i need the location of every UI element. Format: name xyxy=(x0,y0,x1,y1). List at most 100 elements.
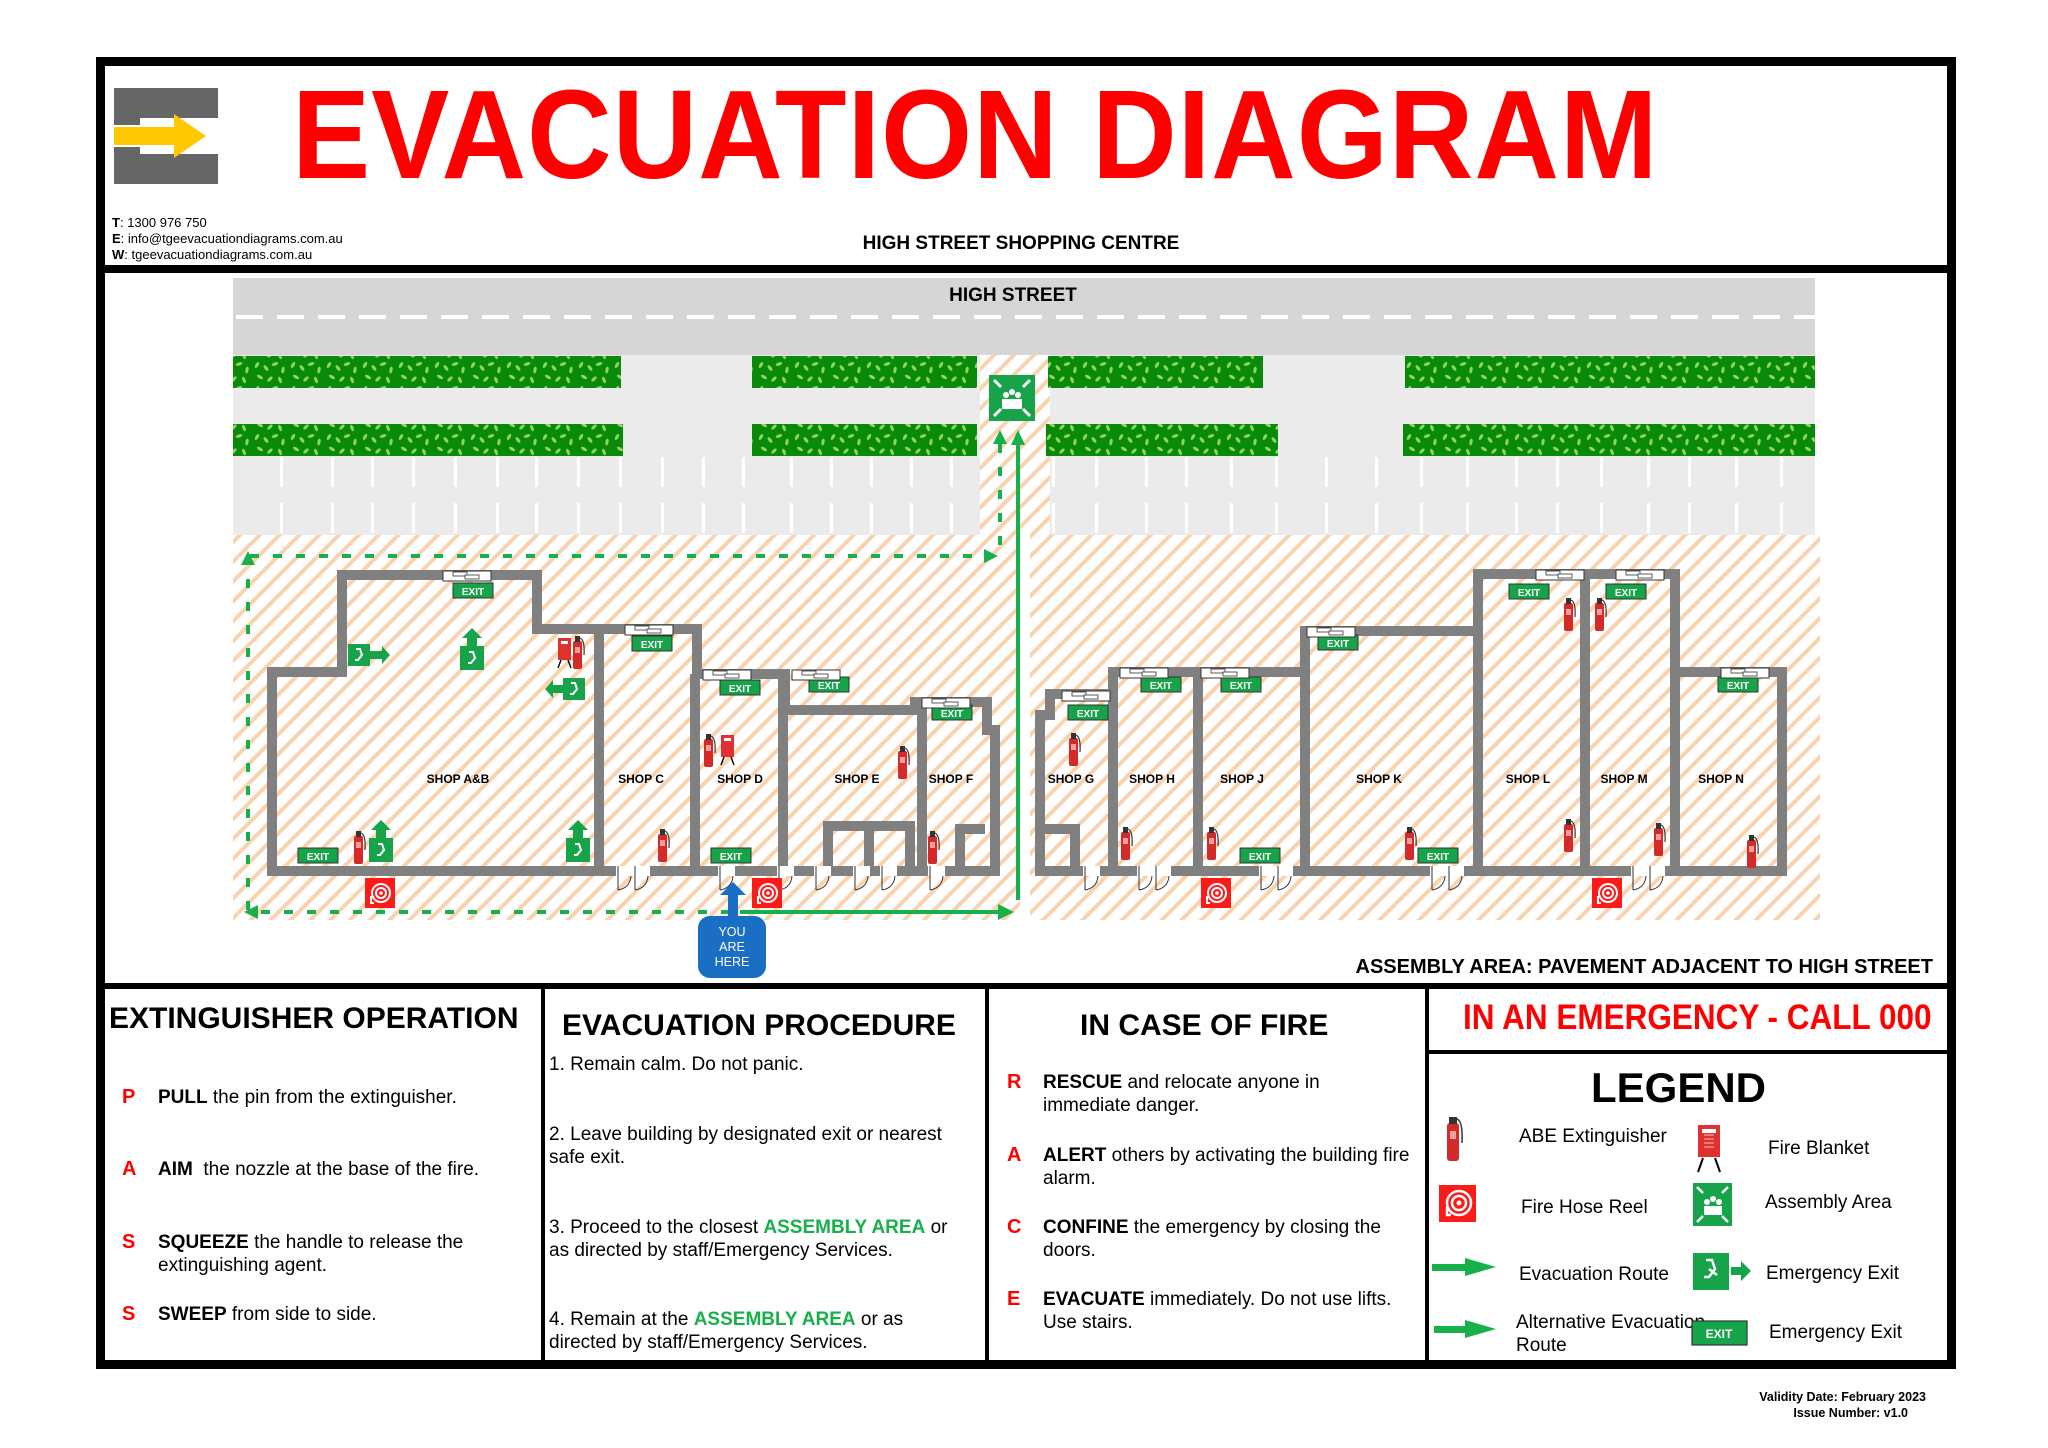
legend-label: Alternative Evacuation Route xyxy=(1516,1312,1706,1356)
parking-bay-line xyxy=(910,457,913,487)
road-dash xyxy=(769,315,796,319)
shop-label: SHOP D xyxy=(717,772,763,786)
road-dash xyxy=(236,315,263,319)
exit-sign-text: EXIT xyxy=(818,681,840,692)
parking-bay-line xyxy=(790,457,793,487)
road-dash xyxy=(728,315,755,319)
road-dash xyxy=(1425,315,1452,319)
emergency-divider xyxy=(1427,1050,1949,1054)
road-dash xyxy=(318,315,345,319)
procedure-panel-title: EVACUATION PROCEDURE xyxy=(562,1009,956,1042)
parking-bay-line xyxy=(577,457,580,487)
parking-bay-line xyxy=(790,503,793,533)
parking-bay-line xyxy=(619,503,622,533)
sliding-door xyxy=(1119,667,1169,679)
parking-bay-line xyxy=(870,503,873,533)
procedure-step: 4. Remain at the ASSEMBLY AREA or as dir… xyxy=(549,1309,904,1353)
parking-bay-line xyxy=(950,457,953,487)
road-dash xyxy=(1138,315,1165,319)
road-dash xyxy=(646,315,673,319)
legend-label: Fire Blanket xyxy=(1768,1138,1870,1159)
pass-letter: S xyxy=(122,1303,136,1325)
hedge xyxy=(1403,424,1815,456)
procedure-step: 1. Remain calm. Do not panic. xyxy=(549,1054,804,1075)
parking-bay-line xyxy=(1325,503,1328,533)
road-dash xyxy=(564,315,591,319)
parking-bay-line xyxy=(1095,503,1098,533)
parking-bay-line xyxy=(1688,503,1691,533)
parking-bay-line xyxy=(870,457,873,487)
parking-bay-line xyxy=(1095,457,1098,487)
exit-sign-icon: EXIT xyxy=(1220,676,1262,693)
you-are-here-line: HERE xyxy=(715,955,750,969)
parking-bay-line xyxy=(535,503,538,533)
exit-sign-icon: EXIT xyxy=(710,847,752,864)
race-step: ALERT others by activating the building … xyxy=(1043,1145,1410,1189)
issue-number: Issue Number: v1.0 xyxy=(1793,1406,1908,1420)
legend-label: ABE Extinguisher xyxy=(1519,1126,1667,1147)
shop-label: SHOP M xyxy=(1600,772,1647,786)
legend-label: Assembly Area xyxy=(1765,1192,1892,1213)
alternative-route-arrow-icon xyxy=(1434,1320,1496,1338)
road-dash xyxy=(1015,315,1042,319)
road-dash xyxy=(1548,315,1575,319)
sliding-door xyxy=(442,570,492,582)
road-dash xyxy=(1671,315,1698,319)
assembly-area-icon xyxy=(989,375,1035,421)
shop-label: SHOP A&B xyxy=(427,772,490,786)
pass-letter: A xyxy=(122,1158,137,1180)
exit-sign-icon: EXIT xyxy=(1717,676,1759,693)
parking-bay-line xyxy=(910,503,913,533)
sliding-door xyxy=(624,624,674,636)
parking-bay-line xyxy=(496,503,499,533)
exit-sign-icon: EXIT xyxy=(452,582,494,599)
fire-hose-reel-icon xyxy=(1439,1185,1476,1222)
parking-bay-line xyxy=(331,457,334,487)
road-dash xyxy=(1302,315,1329,319)
hedge xyxy=(233,356,621,388)
road-dash xyxy=(687,315,714,319)
road-dash xyxy=(1630,315,1657,319)
shop-label: SHOP C xyxy=(618,772,664,786)
road-dash xyxy=(1794,315,1821,319)
hedge xyxy=(1405,356,1815,388)
parking-bay-line xyxy=(1647,503,1650,533)
race-letter: A xyxy=(1007,1144,1022,1166)
parking-bay-line xyxy=(1420,503,1423,533)
parking-bay-line xyxy=(1145,457,1148,487)
parking-bay-line xyxy=(742,457,745,487)
fire-hose-reel-icon xyxy=(1201,878,1231,908)
exit-sign-text: EXIT xyxy=(641,640,663,651)
sliding-door xyxy=(1615,569,1665,581)
evacuation-route-arrow-icon xyxy=(1432,1258,1496,1276)
exit-sign-icon: EXIT xyxy=(1691,1320,1748,1346)
panel-divider-1 xyxy=(541,986,545,1366)
parking-bay-line xyxy=(830,503,833,533)
fire-hose-reel-icon xyxy=(752,878,782,908)
shop-label: SHOP E xyxy=(834,772,879,786)
parking-bay-line xyxy=(1600,457,1603,487)
sliding-door xyxy=(1061,690,1111,702)
parking-bay-line xyxy=(280,457,283,487)
parking-bay-line xyxy=(1780,503,1783,533)
road-dash xyxy=(1097,315,1124,319)
exit-sign-text: EXIT xyxy=(1427,852,1449,863)
legend-label: Fire Hose Reel xyxy=(1521,1197,1648,1218)
parking-bay-line xyxy=(1325,457,1328,487)
emergency-call-banner: IN AN EMERGENCY - CALL 000 xyxy=(1463,998,1932,1037)
road-dash xyxy=(359,315,386,319)
shop-label: SHOP F xyxy=(929,772,973,786)
exit-sign-text: EXIT xyxy=(1150,681,1172,692)
panel-divider-3 xyxy=(1425,986,1429,1366)
parking-bay-line xyxy=(1515,503,1518,533)
validity-info: Validity Date: February 2023 Issue Numbe… xyxy=(1700,1389,1960,1421)
parking-bay-line xyxy=(1688,457,1691,487)
assembly-area-note: ASSEMBLY AREA: PAVEMENT ADJACENT TO HIGH… xyxy=(1355,956,1933,978)
parking-bay-line xyxy=(1052,503,1055,533)
exit-sign-icon: EXIT xyxy=(1239,847,1281,864)
fire-panel-title: IN CASE OF FIRE xyxy=(1080,1009,1329,1042)
road-dash xyxy=(441,315,468,319)
parking-bay-line xyxy=(412,503,415,533)
exit-sign-text: EXIT xyxy=(1727,681,1749,692)
sliding-door xyxy=(1306,626,1356,638)
